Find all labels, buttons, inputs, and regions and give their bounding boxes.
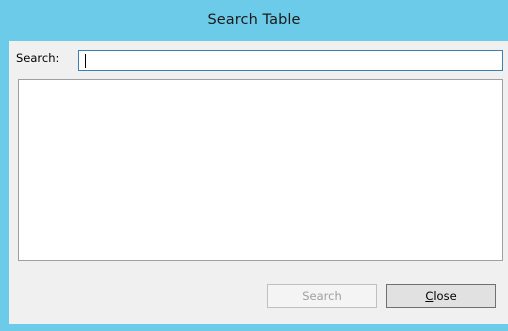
search-table-dialog: Search Table Search: Search Close [0,0,508,331]
desktop-background: Search Table Search: Search Close [0,0,508,331]
search-button-label: Search [302,289,342,303]
close-button-mnemonic: C [425,289,434,303]
dialog-body: Search: Search Close [9,41,508,324]
close-button-label: lose [433,289,457,303]
search-label: Search: [16,51,60,65]
results-list[interactable] [18,79,503,261]
window-title: Search Table [207,12,301,28]
text-caret [85,54,86,68]
search-input[interactable] [78,50,503,71]
title-bar[interactable]: Search Table [0,0,508,40]
search-button[interactable]: Search [267,284,377,308]
close-button[interactable]: Close [386,284,496,308]
